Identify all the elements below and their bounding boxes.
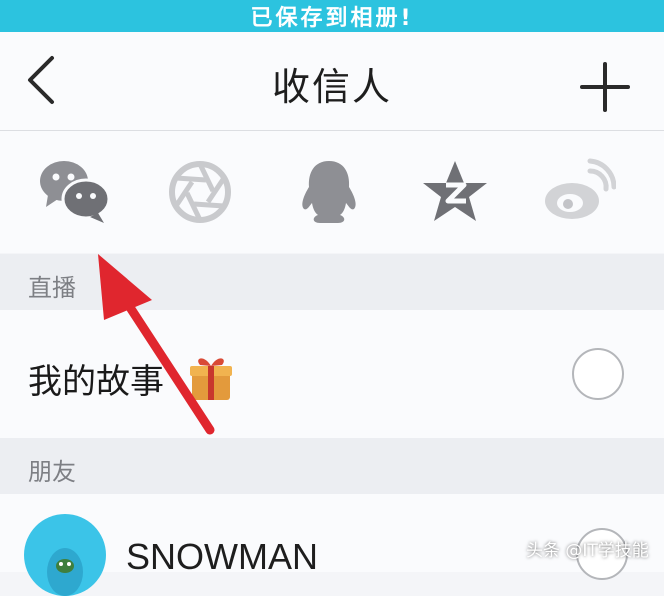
- section-header-live: 直播: [0, 254, 664, 310]
- avatar: [24, 514, 106, 596]
- toast-text: 已保存到相册!: [250, 6, 414, 31]
- weibo-icon: [545, 158, 616, 219]
- qq-icon: [302, 161, 356, 223]
- my-story-select-radio[interactable]: [572, 348, 624, 400]
- my-story-row[interactable]: 我的故事: [0, 310, 664, 438]
- saved-to-album-toast: 已保存到相册!: [0, 0, 664, 32]
- plus-icon: [580, 62, 630, 112]
- section-header-friends: 朋友: [0, 438, 664, 494]
- top-navigation-bar: 收信人: [0, 32, 664, 131]
- section-header-label: 直播: [28, 274, 76, 302]
- share-wechat-button[interactable]: [38, 157, 112, 227]
- gift-icon: [190, 358, 232, 400]
- my-story-label: 我的故事: [28, 362, 164, 402]
- share-qq-button[interactable]: [292, 157, 366, 227]
- watermark: 头条 @IT学技能: [526, 541, 649, 561]
- qzone-icon: [423, 161, 487, 221]
- wechat-icon: [40, 161, 111, 223]
- share-qzone-button[interactable]: [418, 157, 492, 227]
- share-weibo-button[interactable]: [542, 157, 616, 227]
- share-moments-button[interactable]: [163, 157, 237, 227]
- page-title: 收信人: [271, 65, 392, 109]
- section-header-label: 朋友: [28, 458, 76, 486]
- share-targets-row: [0, 131, 664, 253]
- moments-icon: [169, 161, 231, 223]
- add-recipient-button[interactable]: [578, 60, 632, 114]
- avatar-character-icon: [47, 548, 83, 596]
